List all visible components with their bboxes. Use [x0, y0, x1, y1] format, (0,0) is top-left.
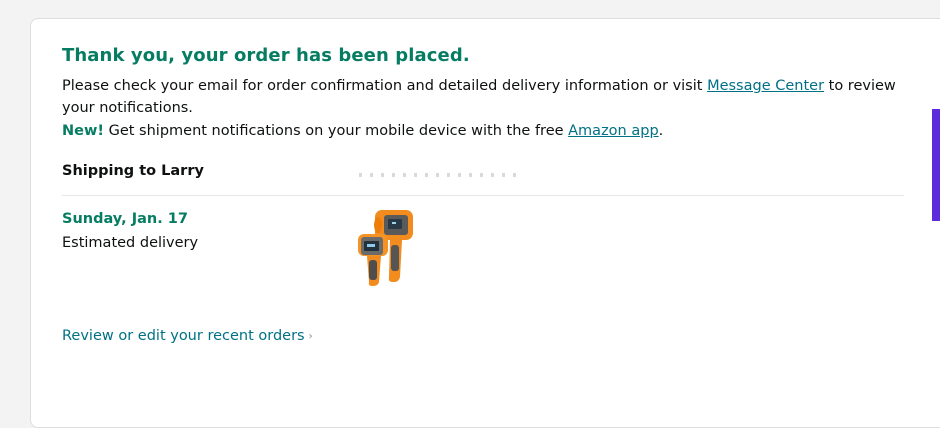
delivery-date: Sunday, Jan. 17 — [62, 211, 188, 227]
mobile-app-promo-text: Get shipment notifications on your mobil… — [103, 123, 569, 139]
order-placed-title: Thank you, your order has been placed. — [62, 45, 470, 66]
new-badge: New! — [62, 123, 104, 139]
estimated-delivery-label: Estimated delivery — [62, 235, 199, 251]
confirmation-message-line: Please check your email for order confir… — [62, 76, 896, 97]
confirmation-message-text-end: to review — [824, 78, 896, 94]
shipping-address-label: Shipping to Larry Z — [62, 163, 220, 179]
message-center-link[interactable]: Message Center — [707, 78, 824, 94]
mobile-app-promo: New! Get shipment notifications on your … — [62, 121, 663, 142]
review-orders-link-text: Review or edit your recent orders — [62, 328, 305, 344]
confirmation-message-line-2: your notifications. — [62, 100, 193, 116]
redacted-address — [209, 159, 519, 195]
confirmation-message-text: Please check your email for order confir… — [62, 78, 708, 94]
section-divider — [62, 195, 904, 196]
infrared-thermometer-image[interactable] — [354, 207, 416, 287]
thermometer-front — [358, 234, 388, 286]
chevron-right-icon: › — [308, 331, 313, 342]
page-edge-accent-bar — [932, 109, 940, 221]
order-confirmation-card: Thank you, your order has been placed. P… — [30, 18, 940, 428]
mobile-app-promo-period: . — [658, 123, 664, 139]
review-orders-link[interactable]: Review or edit your recent orders › — [62, 328, 313, 344]
amazon-app-link[interactable]: Amazon app — [568, 123, 659, 139]
redacted-text-marks — [359, 173, 519, 177]
